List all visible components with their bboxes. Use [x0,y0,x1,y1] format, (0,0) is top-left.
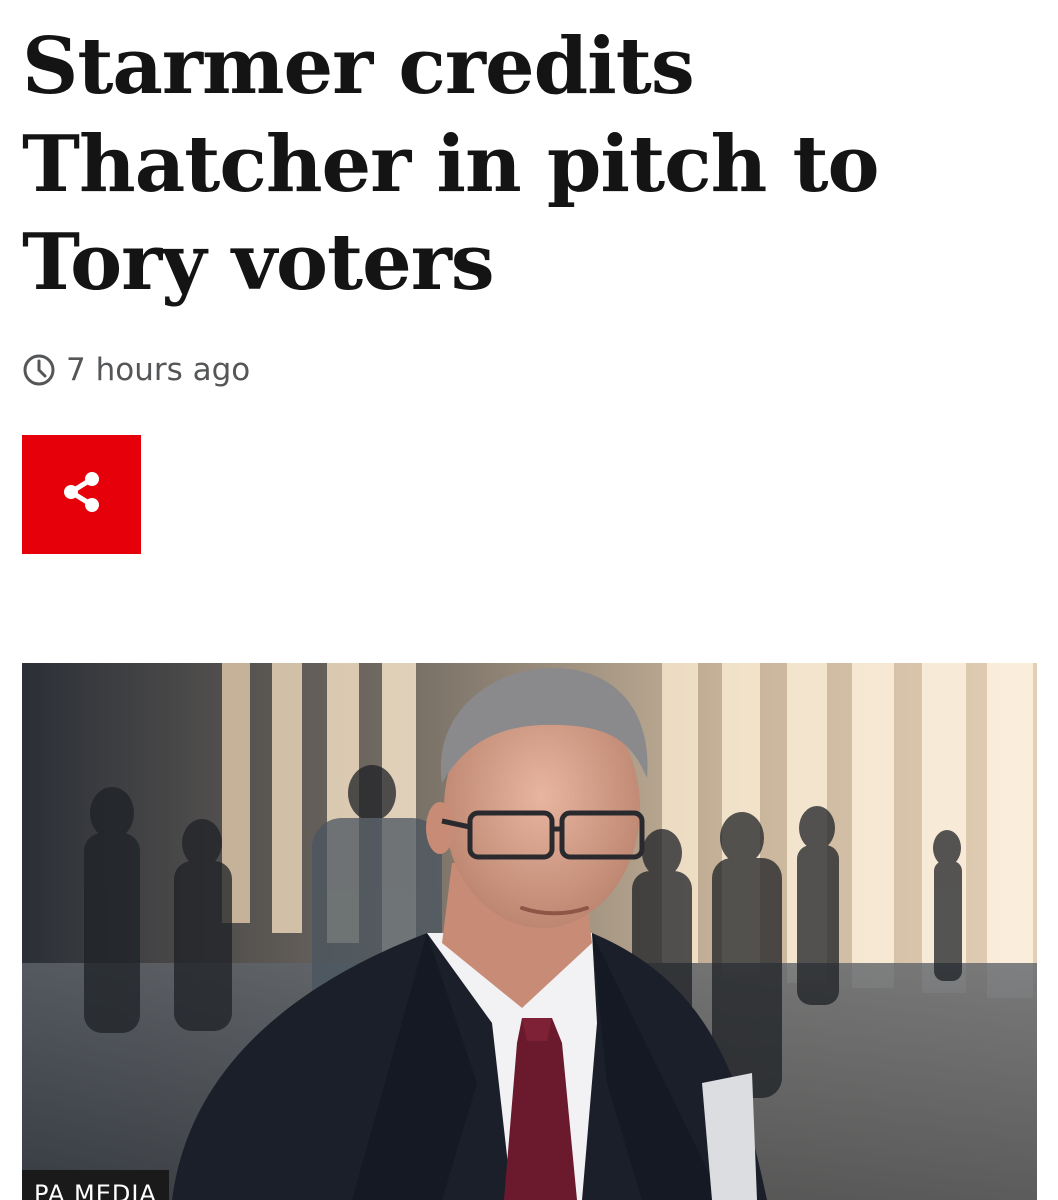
share-icon [60,470,104,519]
share-button[interactable] [22,435,141,554]
image-credit: PA MEDIA [22,1170,169,1200]
timestamp-text: 7 hours ago [66,352,251,388]
article-timestamp: 7 hours ago [22,350,250,390]
article-hero-image: PA MEDIA [22,663,1037,1200]
article-headline: Starmer credits Thatcher in pitch to Tor… [22,18,1022,312]
starmer-photo [22,663,1037,1200]
clock-icon [22,353,56,387]
headline-line: Starmer credits [22,21,695,112]
headline-line: Tory voters [22,217,495,308]
headline-line: Thatcher in pitch to [22,119,880,210]
